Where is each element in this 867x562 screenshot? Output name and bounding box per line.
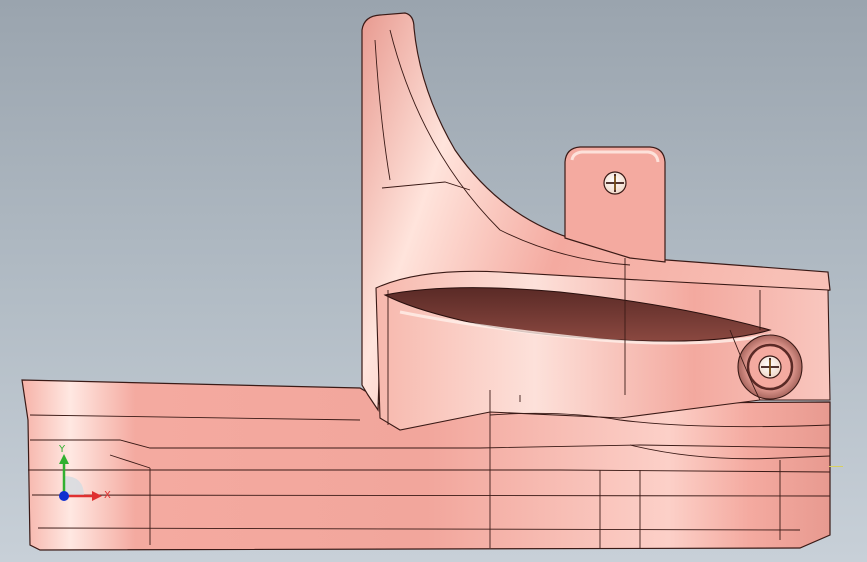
y-axis-label: Y <box>58 444 66 455</box>
graphics-viewport[interactable]: Y X <box>0 0 867 562</box>
z-axis-icon <box>59 491 69 501</box>
upper-tab-screw[interactable] <box>603 171 627 195</box>
part-model[interactable] <box>0 0 867 562</box>
reference-mark <box>829 466 843 467</box>
x-axis-label: X <box>104 490 111 501</box>
side-boss-screw[interactable] <box>758 355 782 379</box>
coordinate-triad: Y X <box>58 444 111 501</box>
